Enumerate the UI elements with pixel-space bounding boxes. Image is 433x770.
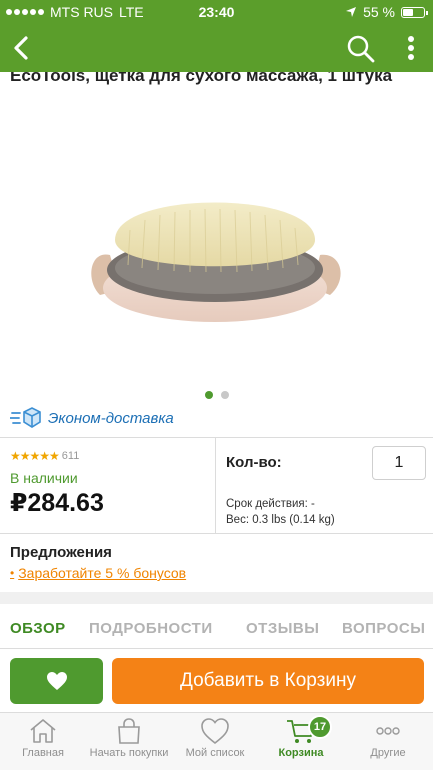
- tabbar-label: Главная: [22, 747, 64, 759]
- heart-icon: [46, 672, 67, 690]
- product-specs: Срок действия: - Вес: 0.3 lbs (0.14 kg): [226, 496, 335, 528]
- add-to-cart-button[interactable]: Добавить в Корзину: [112, 658, 424, 704]
- rating[interactable]: ★★★★★ 611: [10, 449, 79, 463]
- battery-fill: [403, 8, 414, 16]
- delivery-info[interactable]: Эконом-доставка: [10, 406, 174, 430]
- rating-count: 611: [61, 450, 80, 462]
- quantity-panel: Кол-во: 1 Срок действия: - Вес: 0.3 lbs …: [215, 438, 433, 533]
- bullet: •: [10, 566, 15, 580]
- location-arrow-icon: [346, 7, 357, 17]
- add-to-favorites-button[interactable]: [10, 658, 103, 704]
- more-horizontal-icon: [376, 727, 400, 735]
- tabbar-item-home[interactable]: Главная: [0, 717, 86, 759]
- tab-details[interactable]: ПОДРОБНОСТИ: [89, 620, 213, 637]
- divider: [0, 533, 433, 534]
- pager-dot[interactable]: [220, 391, 229, 399]
- tab-reviews[interactable]: ОТЗЫВЫ: [246, 620, 319, 637]
- quantity-field[interactable]: 1: [372, 446, 426, 480]
- battery-percent: 55 %: [363, 4, 395, 20]
- delivery-label: Эконом-доставка: [48, 409, 174, 427]
- action-bar: Добавить в Корзину: [0, 650, 433, 712]
- battery-icon: [401, 6, 428, 18]
- bonus-link-text[interactable]: Заработайте 5 % бонусов: [18, 565, 186, 581]
- tabbar-label: Мой список: [185, 747, 245, 759]
- status-right: 55 %: [345, 4, 428, 20]
- product-price: ₽284.63: [10, 489, 104, 517]
- tabbar-label: Корзина: [278, 747, 324, 759]
- tabbar-item-shop[interactable]: Начать покупки: [86, 717, 172, 759]
- offers-section: Предложения • Заработайте 5 % бонусов: [10, 544, 186, 581]
- status-bar: MTS RUS LTE 23:40 55 %: [0, 0, 433, 24]
- offers-label: Предложения: [10, 544, 112, 561]
- tabbar-label: Другие: [370, 747, 406, 759]
- price-panel: ★★★★★ 611 В наличии ₽284.63: [0, 438, 215, 533]
- search-icon[interactable]: [345, 33, 377, 65]
- home-icon: [30, 719, 56, 743]
- tabbar-item-cart[interactable]: 17 Корзина: [258, 715, 344, 759]
- product-tabs: ОБЗОР ПОДРОБНОСТИ ОТЗЫВЫ ВОПРОСЫ: [0, 612, 433, 648]
- heart-outline-icon: [201, 718, 229, 745]
- dry-brush-image[interactable]: [80, 170, 350, 330]
- image-pager[interactable]: [0, 391, 433, 399]
- shelf-life: Срок действия: -: [226, 498, 315, 510]
- availability-status: В наличии: [10, 470, 78, 486]
- app-header: [0, 24, 433, 72]
- cart-count-badge: 17: [308, 715, 332, 739]
- tabbar-label: Начать покупки: [89, 747, 169, 759]
- quantity-label: Кол-во:: [226, 454, 282, 471]
- tabbar-item-wishlist[interactable]: Мой список: [172, 717, 258, 759]
- bonus-link[interactable]: • Заработайте 5 % бонусов: [10, 565, 186, 581]
- chevron-left-icon[interactable]: [6, 32, 38, 64]
- shopping-bag-icon: [118, 718, 140, 744]
- weight: Вес: 0.3 lbs (0.14 kg): [226, 514, 335, 526]
- tab-questions[interactable]: ВОПРОСЫ: [342, 620, 425, 637]
- pager-dot-active[interactable]: [204, 391, 213, 399]
- tab-overview[interactable]: ОБЗОР: [10, 620, 66, 637]
- bottom-tab-bar: Главная Начать покупки Мой список 17 Кор…: [0, 712, 433, 770]
- tabbar-item-more[interactable]: Другие: [345, 717, 431, 759]
- divider: [0, 648, 433, 649]
- delivery-box-icon: [10, 407, 41, 428]
- more-vertical-icon[interactable]: [399, 32, 423, 64]
- rating-stars-icon: ★★★★★: [10, 449, 60, 463]
- section-separator: [0, 592, 433, 604]
